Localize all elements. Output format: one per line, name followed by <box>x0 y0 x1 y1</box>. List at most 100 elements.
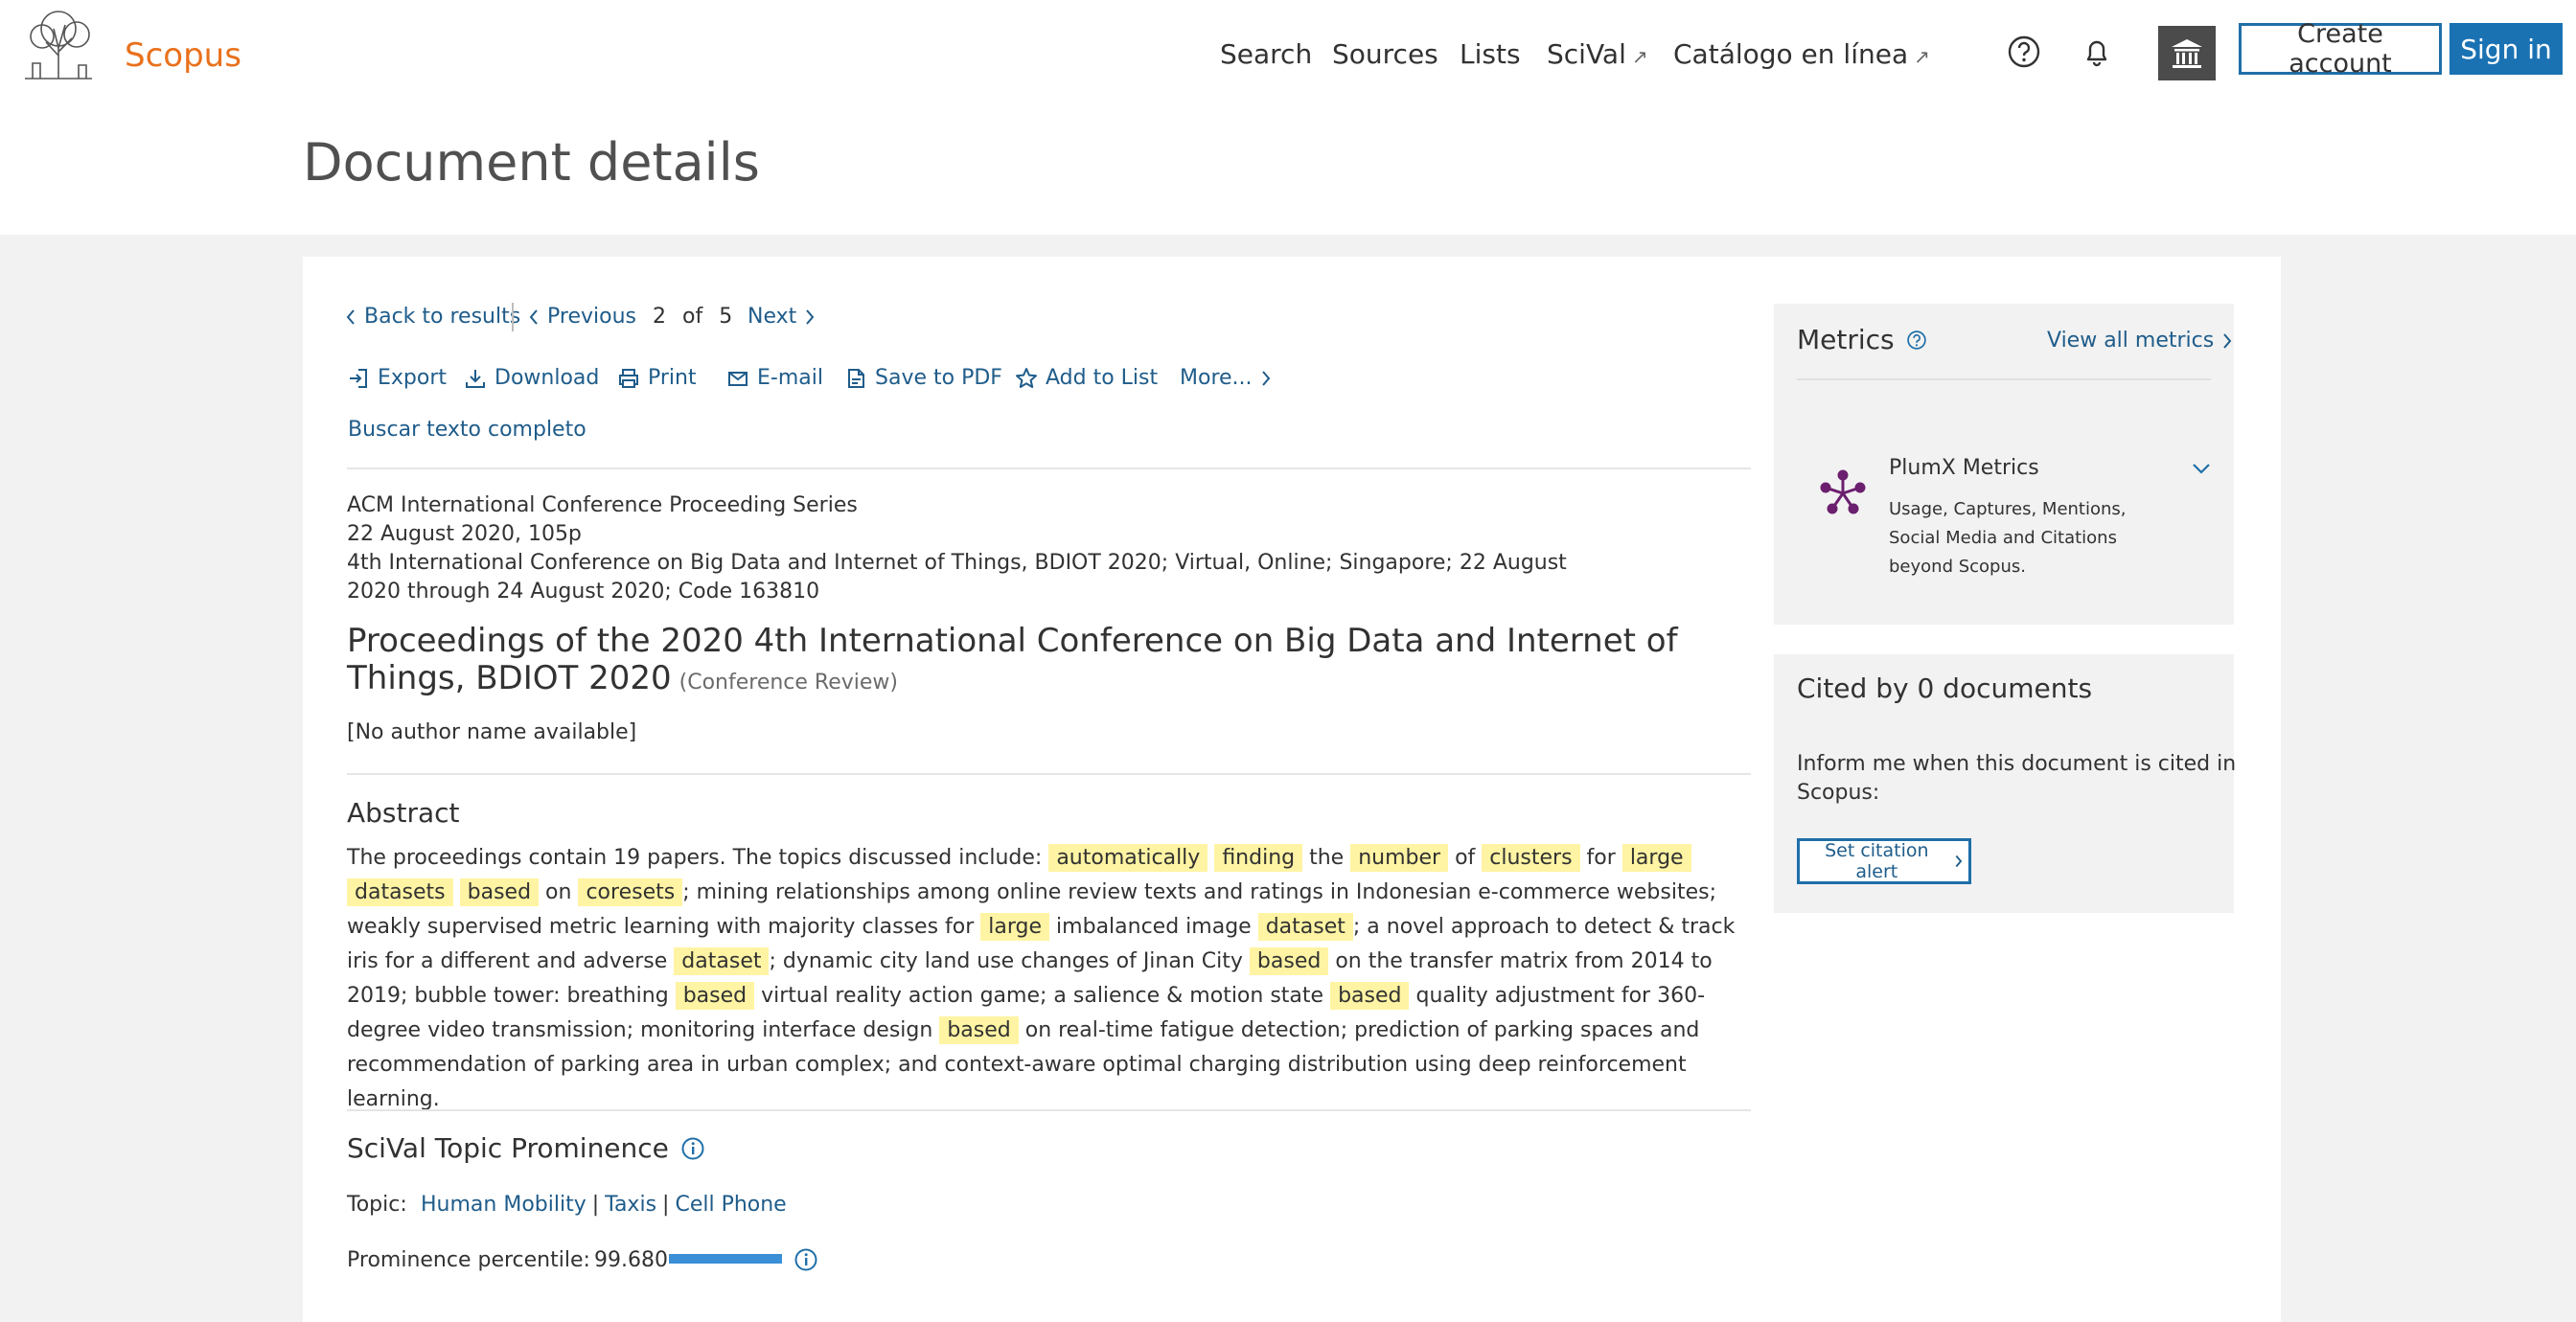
scival-heading: SciVal Topic Prominence <box>347 1132 705 1164</box>
nav-divider <box>512 303 514 331</box>
page-title: Document details <box>303 132 760 193</box>
conference-info: 4th International Conference on Big Data… <box>347 551 1567 575</box>
plumx-title[interactable]: PlumX Metrics <box>1889 456 2039 480</box>
chevron-left-icon <box>346 308 355 325</box>
chevron-left-icon <box>529 308 538 325</box>
abstract-segment: for <box>1579 846 1622 870</box>
chevron-right-icon <box>806 308 815 325</box>
chevron-right-icon <box>1955 855 1962 868</box>
prominence-bar <box>669 1254 782 1264</box>
external-link-icon: ↗ <box>1631 45 1648 68</box>
source-date: 22 August 2020, 105p <box>347 522 582 546</box>
conference-dates: 2020 through 24 August 2020; Code 163810 <box>347 580 820 604</box>
chevron-down-icon[interactable] <box>2191 462 2212 475</box>
help-icon[interactable] <box>1906 330 1927 351</box>
topic-list: Human Mobility | Taxis | Cell Phone <box>421 1193 787 1217</box>
star-icon <box>1016 367 1037 388</box>
highlighted-term: based <box>675 982 755 1010</box>
abstract-segment <box>453 880 460 904</box>
plumx-icon <box>1820 469 1866 514</box>
notification-bell-icon[interactable] <box>2080 34 2114 69</box>
info-icon[interactable] <box>794 1247 818 1272</box>
abstract-segment: on <box>539 880 579 904</box>
more-button[interactable]: More... <box>1180 366 1272 390</box>
chevron-right-icon <box>1261 370 1270 386</box>
highlighted-term: based <box>1330 982 1410 1010</box>
institution-button[interactable] <box>2158 26 2216 80</box>
highlighted-term: based <box>939 1016 1019 1044</box>
prominence-value: 99.680 <box>594 1248 668 1272</box>
highlighted-term: dataset <box>674 947 770 975</box>
full-text-link[interactable]: Buscar texto completo <box>348 418 586 442</box>
prominence-label: Prominence percentile: <box>347 1248 590 1272</box>
document-title: Proceedings of the 2020 4th Internationa… <box>347 622 1678 697</box>
divider <box>347 467 1751 469</box>
download-icon <box>466 369 485 388</box>
sign-in-button[interactable]: Sign in <box>2450 23 2563 75</box>
cited-by-heading: Cited by 0 documents <box>1797 672 2093 704</box>
add-to-list-button[interactable]: Add to List <box>1015 366 1158 390</box>
highlighted-term: based <box>459 878 540 906</box>
divider <box>1797 378 2211 380</box>
abstract-segment: ; dynamic city land use changes of Jinan… <box>769 949 1250 973</box>
authors: [No author name available] <box>347 720 637 744</box>
view-all-metrics-link[interactable]: View all metrics <box>2047 329 2233 353</box>
nav-search[interactable]: Search <box>1220 38 1312 70</box>
divider <box>347 1109 1751 1111</box>
save-to-pdf-button[interactable]: Save to PDF <box>844 366 1002 390</box>
topic-label: Topic: <box>347 1193 407 1217</box>
highlighted-term: dataset <box>1257 913 1353 941</box>
divider <box>347 773 1751 775</box>
topic-link[interactable]: Cell Phone <box>675 1193 786 1217</box>
external-link-icon: ↗ <box>1914 45 1930 68</box>
prominence-bar-fill <box>669 1254 782 1264</box>
info-icon[interactable] <box>680 1136 705 1161</box>
elsevier-logo-icon[interactable] <box>19 8 98 80</box>
next-link[interactable]: Next <box>748 305 816 329</box>
abstract-segment: The proceedings contain 19 papers. The t… <box>347 846 1049 870</box>
pdf-icon <box>848 368 864 388</box>
set-citation-alert-button[interactable]: Set citation alert <box>1797 838 1971 884</box>
highlighted-term: large <box>980 913 1050 941</box>
document-type: (Conference Review) <box>678 671 898 695</box>
cited-by-description: Inform me when this document is cited in… <box>1797 752 2237 805</box>
help-icon[interactable] <box>2007 34 2041 69</box>
scopus-brand[interactable]: Scopus <box>125 36 242 75</box>
highlighted-term: coresets <box>578 878 683 906</box>
print-icon <box>619 368 638 388</box>
abstract-heading: Abstract <box>347 797 460 829</box>
create-account-button[interactable]: Create account <box>2239 19 2442 79</box>
abstract-segment: imbalanced image <box>1049 915 1258 939</box>
nav-lists[interactable]: Lists <box>1460 38 1521 70</box>
highlighted-term: datasets <box>347 878 453 906</box>
back-to-results-link[interactable]: Back to results <box>345 305 520 329</box>
export-icon <box>350 368 367 388</box>
highlighted-term: based <box>1249 947 1329 975</box>
nav-catalogo[interactable]: Catálogo en línea ↗ <box>1673 38 1930 70</box>
highlighted-term: large <box>1622 844 1691 872</box>
plumx-description: Usage, Captures, Mentions, Social Media … <box>1889 499 2127 577</box>
institution-icon <box>2172 38 2202 68</box>
metrics-heading: Metrics <box>1797 324 1927 355</box>
print-button[interactable]: Print <box>617 366 697 390</box>
topic-link[interactable]: Taxis <box>605 1193 656 1217</box>
email-button[interactable]: E-mail <box>726 366 823 390</box>
highlighted-term: number <box>1350 844 1449 872</box>
highlighted-term: automatically <box>1048 844 1208 872</box>
nav-scival[interactable]: SciVal ↗ <box>1547 38 1648 70</box>
topic-link[interactable]: Human Mobility <box>421 1193 586 1217</box>
highlighted-term: finding <box>1214 844 1303 872</box>
previous-link[interactable]: Previous <box>528 305 636 329</box>
result-position: 2 of 5 <box>653 305 733 329</box>
abstract-text: The proceedings contain 19 papers. The t… <box>347 841 1754 1117</box>
abstract-segment: the <box>1302 846 1351 870</box>
abstract-segment: virtual reality action game; a salience … <box>754 984 1331 1008</box>
highlighted-term: clusters <box>1482 844 1580 872</box>
export-button[interactable]: Export <box>347 366 447 390</box>
abstract-segment: of <box>1448 846 1483 870</box>
chevron-right-icon <box>2223 332 2232 349</box>
nav-sources[interactable]: Sources <box>1332 38 1438 70</box>
email-icon <box>728 371 748 386</box>
download-button[interactable]: Download <box>464 366 599 390</box>
source-title: ACM International Conference Proceeding … <box>347 493 858 517</box>
